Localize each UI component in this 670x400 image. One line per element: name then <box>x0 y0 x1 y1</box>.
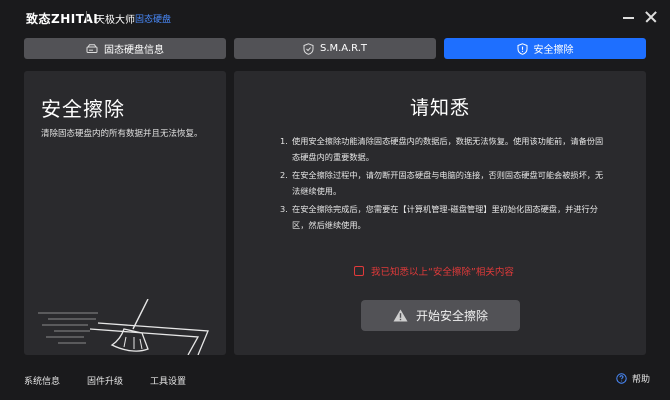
item-number: 2. <box>280 170 288 180</box>
erase-intro-panel: 安全擦除 清除固态硬盘内的所有数据并且无法恢复。 <box>24 71 226 355</box>
start-secure-erase-button[interactable]: 开始安全擦除 <box>361 300 520 331</box>
minimize-icon[interactable] <box>620 8 638 26</box>
acknowledge-checkbox-row[interactable]: 我已知悉以上“安全擦除”相关内容 <box>354 264 514 278</box>
item-number: 3. <box>280 204 288 214</box>
footer-firmware-update[interactable]: 固件升级 <box>87 374 123 387</box>
close-icon[interactable] <box>642 8 660 26</box>
item-text: 使用安全擦除功能清除固态硬盘内的数据后，数据无法恢复。使用该功能前，请备份固态硬… <box>292 136 604 162</box>
acknowledge-checkbox[interactable] <box>354 266 364 276</box>
title-bar: 致态ZHITAI 天极大师 固态硬盘 <box>0 0 670 34</box>
title-divider <box>86 11 87 23</box>
footer-system-info[interactable]: 系统信息 <box>24 374 60 387</box>
shield-check-icon <box>303 42 314 55</box>
list-item: 2. 在安全擦除过程中，请勿断开固态硬盘与电脑的连接，否则固态硬盘可能会被损坏，… <box>280 167 610 199</box>
help-button[interactable]: 帮助 <box>616 372 650 385</box>
footer-tool-settings[interactable]: 工具设置 <box>150 374 186 387</box>
item-number: 1. <box>280 136 288 146</box>
tab-label: 安全擦除 <box>533 45 574 56</box>
tab-secure-erase[interactable]: 安全擦除 <box>444 38 646 59</box>
app-badge: 固态硬盘 <box>135 15 172 25</box>
list-item: 3. 在安全擦除完成后，您需要在【计算机管理-磁盘管理】里初始化固态硬盘，并进行… <box>280 201 610 233</box>
drive-icon <box>86 43 98 53</box>
help-circle-icon <box>616 373 627 384</box>
help-label: 帮助 <box>632 375 651 385</box>
tab-label: 固态硬盘信息 <box>104 45 164 56</box>
tab-label: S.M.A.R.T <box>319 43 368 54</box>
list-item: 1. 使用安全擦除功能清除固态硬盘内的数据后，数据无法恢复。使用该功能前，请备份… <box>280 133 610 165</box>
shield-alert-icon <box>517 42 527 55</box>
brand-logo: 致态ZHITAI <box>26 12 99 26</box>
tab-ssd-info[interactable]: 固态硬盘信息 <box>24 38 226 59</box>
start-button-label: 开始安全擦除 <box>415 309 488 323</box>
item-text: 在安全擦除过程中，请勿断开固态硬盘与电脑的连接，否则固态硬盘可能会被损坏，无法继… <box>292 170 604 196</box>
tab-smart[interactable]: S.M.A.R.T <box>234 38 436 59</box>
notice-title: 请知悉 <box>409 97 470 119</box>
notice-list: 1. 使用安全擦除功能清除固态硬盘内的数据后，数据无法恢复。使用该功能前，请备份… <box>280 133 610 235</box>
warning-triangle-icon <box>393 309 408 322</box>
item-text: 在安全擦除完成后，您需要在【计算机管理-磁盘管理】里初始化固态硬盘，并进行分区，… <box>292 204 598 230</box>
broom-sweeping-drive-illustration <box>38 299 209 355</box>
acknowledge-label[interactable]: 我已知悉以上“安全擦除”相关内容 <box>371 264 514 278</box>
panel-description: 清除固态硬盘内的所有数据并且无法恢复。 <box>41 129 203 139</box>
app-name: 天极大师 <box>95 15 135 26</box>
notice-panel: 请知悉 1. 使用安全擦除功能清除固态硬盘内的数据后，数据无法恢复。使用该功能前… <box>234 71 646 355</box>
panel-title: 安全擦除 <box>41 97 125 121</box>
